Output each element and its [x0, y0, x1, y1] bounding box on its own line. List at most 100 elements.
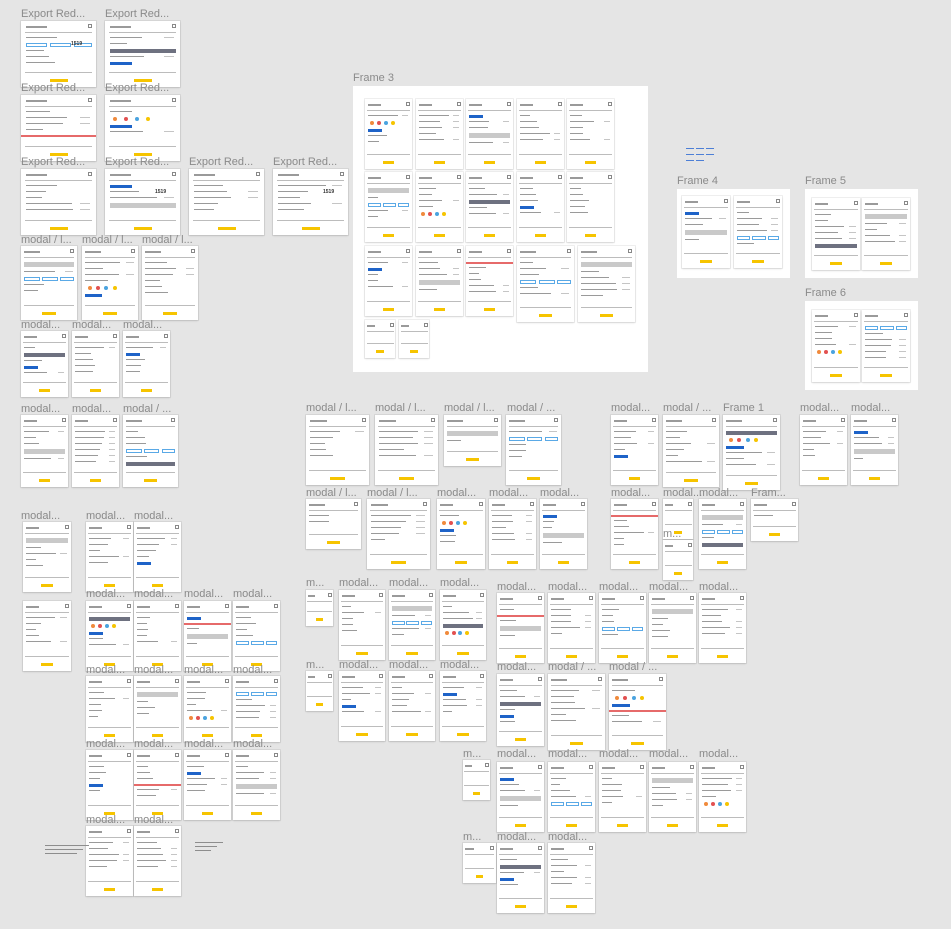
- action-button[interactable]: [109, 185, 132, 188]
- close-icon[interactable]: [456, 249, 461, 253]
- primary-button[interactable]: [684, 479, 698, 482]
- close-icon[interactable]: [126, 753, 131, 757]
- frame-label[interactable]: modal...: [437, 487, 476, 499]
- chip[interactable]: [880, 326, 894, 330]
- primary-button[interactable]: [329, 477, 346, 480]
- chip[interactable]: [235, 641, 249, 645]
- frame-label[interactable]: modal...: [389, 659, 428, 671]
- action-button[interactable]: [726, 446, 744, 449]
- action-button[interactable]: [85, 294, 103, 297]
- artboard[interactable]: [375, 415, 438, 485]
- primary-button[interactable]: [700, 260, 712, 263]
- frame-label[interactable]: modal...: [86, 738, 125, 750]
- artboard[interactable]: [440, 590, 486, 660]
- frame-label[interactable]: modal...: [611, 402, 650, 414]
- emoji-icon[interactable]: [390, 121, 395, 125]
- artboard[interactable]: [699, 499, 746, 569]
- frame-label[interactable]: modal...: [497, 581, 536, 593]
- action-button[interactable]: [442, 693, 457, 696]
- frame-label[interactable]: modal...: [86, 588, 125, 600]
- primary-button[interactable]: [301, 227, 320, 230]
- artboard[interactable]: [812, 310, 860, 382]
- artboard[interactable]: [497, 762, 544, 832]
- close-icon[interactable]: [422, 502, 427, 506]
- artboard[interactable]: [851, 415, 898, 485]
- close-icon[interactable]: [174, 829, 179, 833]
- artboard[interactable]: [365, 172, 412, 242]
- chip[interactable]: [752, 236, 766, 240]
- input-field[interactable]: [109, 203, 176, 208]
- frame-label[interactable]: modal...: [21, 319, 60, 331]
- artboard[interactable]: [365, 246, 412, 316]
- action-button[interactable]: [109, 125, 132, 128]
- artboard[interactable]: [548, 762, 595, 832]
- artboard[interactable]: [184, 601, 231, 671]
- artboard[interactable]: [416, 99, 463, 169]
- frame-label[interactable]: Export Red...: [105, 82, 169, 94]
- close-icon[interactable]: [506, 249, 511, 253]
- close-icon[interactable]: [340, 172, 345, 176]
- design-canvas[interactable]: Export Red... Export Red... Export Red... E…: [0, 0, 951, 929]
- primary-button[interactable]: [830, 374, 842, 377]
- primary-button[interactable]: [38, 479, 51, 482]
- frame-label[interactable]: modal...: [233, 738, 272, 750]
- close-icon[interactable]: [479, 674, 484, 678]
- artboard[interactable]: [23, 522, 71, 592]
- primary-button[interactable]: [382, 161, 395, 164]
- artboard[interactable]: [800, 415, 847, 485]
- emoji-icon[interactable]: [188, 716, 193, 720]
- frame-label[interactable]: modal...: [440, 577, 479, 589]
- artboard[interactable]: [365, 99, 412, 169]
- close-icon[interactable]: [580, 502, 585, 506]
- artboard[interactable]: [365, 320, 395, 358]
- input-field[interactable]: [186, 634, 229, 639]
- primary-button[interactable]: [599, 314, 614, 317]
- close-icon[interactable]: [126, 829, 131, 833]
- action-button[interactable]: [23, 366, 38, 369]
- input-field[interactable]: [542, 533, 585, 538]
- frame-label[interactable]: modal / l...: [21, 234, 72, 246]
- frame-label[interactable]: modal...: [548, 748, 587, 760]
- close-icon[interactable]: [405, 175, 410, 179]
- close-icon[interactable]: [389, 323, 394, 327]
- frame-label[interactable]: modal...: [599, 748, 638, 760]
- frame-label[interactable]: modal...: [86, 510, 125, 522]
- close-icon[interactable]: [659, 677, 664, 681]
- close-icon[interactable]: [405, 102, 410, 106]
- primary-button[interactable]: [49, 227, 68, 230]
- input-field[interactable]: [864, 214, 908, 219]
- artboard[interactable]: [86, 676, 133, 742]
- primary-button[interactable]: [455, 561, 467, 564]
- artboard[interactable]: [699, 593, 746, 663]
- artboard[interactable]: [567, 172, 614, 242]
- close-icon[interactable]: [479, 593, 484, 597]
- emoji-icon[interactable]: [135, 117, 139, 121]
- primary-button[interactable]: [880, 262, 892, 265]
- primary-button[interactable]: [151, 584, 164, 587]
- close-icon[interactable]: [174, 525, 179, 529]
- primary-button[interactable]: [666, 824, 679, 827]
- close-icon[interactable]: [131, 249, 136, 253]
- emoji-icon[interactable]: [831, 350, 836, 354]
- artboard[interactable]: [306, 415, 369, 485]
- chip[interactable]: [265, 641, 278, 645]
- frame-label[interactable]: modal...: [72, 319, 111, 331]
- action-button[interactable]: [853, 431, 868, 434]
- chip[interactable]: [520, 280, 537, 284]
- action-button[interactable]: [612, 704, 630, 707]
- artboard[interactable]: [444, 415, 501, 466]
- emoji-icon[interactable]: [717, 802, 722, 806]
- primary-button[interactable]: [433, 308, 446, 311]
- artboard[interactable]: [306, 590, 333, 626]
- close-icon[interactable]: [112, 418, 117, 422]
- close-icon[interactable]: [70, 249, 75, 253]
- close-icon[interactable]: [494, 418, 499, 422]
- frame-label[interactable]: modal...: [134, 588, 173, 600]
- primary-button[interactable]: [830, 262, 842, 265]
- close-icon[interactable]: [354, 502, 359, 506]
- chip[interactable]: [250, 641, 265, 645]
- frame-label[interactable]: modal / l...: [375, 402, 426, 414]
- close-icon[interactable]: [607, 102, 612, 106]
- artboard[interactable]: [339, 590, 385, 660]
- close-icon[interactable]: [853, 313, 858, 317]
